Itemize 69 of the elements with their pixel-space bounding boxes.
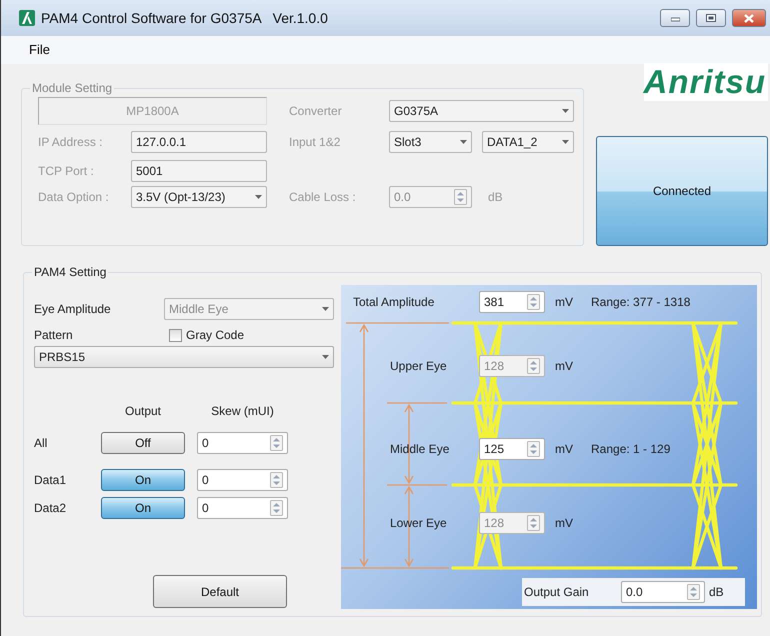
caret-icon[interactable] — [322, 355, 329, 359]
field-label: Cable Loss : — [289, 189, 357, 206]
field-label: Eye Amplitude — [34, 301, 112, 318]
brand-logo: Anritsu — [644, 63, 768, 101]
leader-line — [387, 402, 447, 404]
field-label: Pattern — [34, 327, 74, 344]
column-header: Skew (mUI) — [210, 403, 275, 420]
field-label: Output Gain — [524, 584, 590, 601]
caret-icon[interactable] — [562, 109, 569, 113]
spinner-icon[interactable] — [527, 294, 540, 310]
data-option-dropdown[interactable]: 3.5V (Opt-13/23) — [131, 186, 267, 208]
spinner-icon[interactable] — [270, 472, 283, 488]
spinner-icon[interactable] — [270, 500, 283, 516]
skew-field[interactable]: 0 — [197, 469, 288, 491]
maximize-icon[interactable] — [706, 14, 716, 22]
close-icon[interactable] — [744, 14, 754, 22]
channel-label: Data2 — [34, 500, 68, 517]
field-label: IP Address : — [38, 134, 104, 151]
field-label: TCP Port : — [38, 163, 95, 180]
menu-item[interactable]: File — [25, 40, 54, 60]
connect-button[interactable]: Connected — [596, 136, 768, 246]
unit-label: mV — [555, 294, 574, 311]
eye-amplitude-field[interactable]: 125 — [479, 438, 545, 460]
output-gain-field[interactable]: 0.0 — [621, 581, 705, 603]
output-toggle-button[interactable]: On — [101, 497, 185, 519]
spinner-icon[interactable] — [687, 584, 700, 600]
caret-icon[interactable] — [562, 140, 569, 144]
option-checkbox[interactable]: Gray Code — [169, 326, 244, 344]
group-title: Module Setting — [31, 81, 114, 96]
maximize-button[interactable] — [696, 9, 726, 27]
field-label: Converter — [289, 103, 343, 120]
group-title: PAM4 Setting — [33, 265, 108, 280]
text-field[interactable]: 5001 — [131, 160, 267, 182]
column-header: Output — [124, 403, 162, 420]
data-dropdown[interactable]: DATA1_2 — [482, 131, 574, 153]
leader-line — [387, 484, 447, 486]
spinner-icon[interactable] — [454, 189, 467, 205]
caret-icon[interactable] — [255, 195, 262, 199]
total-amplitude-field[interactable]: 381 — [479, 291, 545, 313]
field-label: Upper Eye — [390, 358, 448, 375]
text-field[interactable]: 127.0.0.1 — [131, 131, 267, 153]
unit-label: dB — [488, 189, 504, 206]
range-label: Range: 1 - 129 — [591, 441, 670, 458]
slot-dropdown[interactable]: Slot3 — [389, 131, 472, 153]
unit-label: mV — [555, 515, 574, 532]
skew-field[interactable]: 0 — [197, 432, 288, 454]
module-name-field: MP1800A — [38, 97, 267, 125]
output-toggle-button[interactable]: On — [101, 469, 185, 491]
spinner-icon[interactable] — [527, 441, 540, 457]
window-title: PAM4 Control Software for G0375A Ver.1.0.0 — [41, 8, 329, 28]
field-label: Data Option : — [38, 189, 110, 206]
app-icon[interactable] — [19, 10, 35, 26]
converter-dropdown[interactable]: G0375A — [389, 100, 574, 122]
unit-label: mV — [555, 358, 574, 375]
unit-label: mV — [555, 441, 574, 458]
field-label: Total Amplitude — [353, 294, 436, 311]
range-label: Range: 377 - 1318 — [591, 294, 690, 311]
pattern-dropdown[interactable]: PRBS15 — [34, 346, 334, 368]
output-toggle-button[interactable]: Off — [101, 432, 185, 454]
close-button[interactable] — [732, 9, 766, 27]
caret-icon[interactable] — [460, 140, 467, 144]
channel-label: All — [34, 435, 48, 452]
field-label: Input 1&2 — [289, 134, 342, 151]
minimize-button[interactable] — [660, 9, 690, 27]
channel-label: Data1 — [34, 472, 68, 489]
unit-label: dB — [709, 584, 724, 601]
spinner-icon[interactable] — [270, 435, 283, 451]
skew-field[interactable]: 0 — [197, 497, 288, 519]
default-button[interactable]: Default — [153, 575, 287, 608]
